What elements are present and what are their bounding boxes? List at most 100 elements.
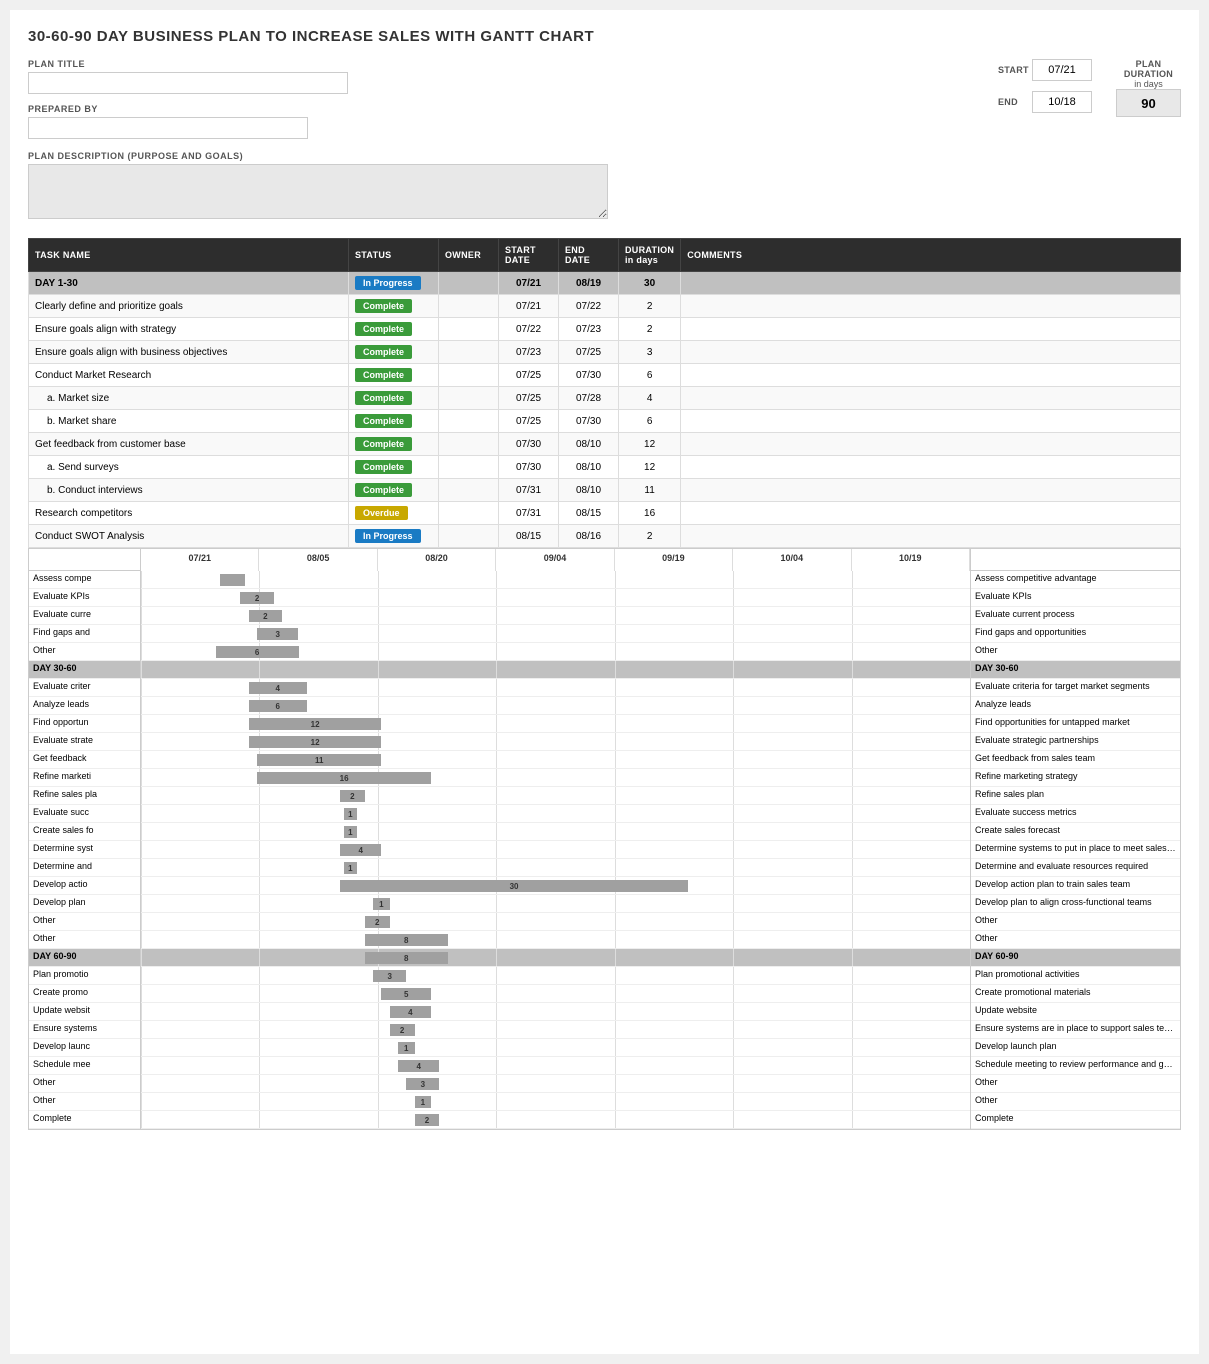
- page-title: 30-60-90 DAY BUSINESS PLAN TO INCREASE S…: [28, 28, 1181, 45]
- task-name-cell: DAY 1-30: [29, 272, 349, 295]
- start-date-cell: 07/25: [499, 364, 559, 387]
- gantt-right-cell: Schedule meeting to review performance a…: [971, 1057, 1180, 1075]
- start-date-cell: 07/30: [499, 456, 559, 479]
- gantt-chart-row: 4: [141, 1057, 970, 1075]
- gantt-left-cell: Develop plan: [29, 895, 140, 913]
- duration-cell: 2: [619, 295, 681, 318]
- gantt-chart-row: 3: [141, 1075, 970, 1093]
- gantt-left-header: [29, 549, 140, 571]
- gantt-bar: 1: [344, 862, 356, 874]
- end-row: END 10/18: [998, 91, 1092, 113]
- description-textarea[interactable]: [28, 164, 608, 219]
- gantt-right-cell: Other: [971, 1075, 1180, 1093]
- gantt-left-cell: Other: [29, 643, 140, 661]
- gantt-col-header: 10/19: [852, 549, 970, 571]
- gantt-bar: 4: [249, 682, 307, 694]
- start-input[interactable]: 07/21: [1032, 59, 1092, 81]
- gantt-bar: 12: [249, 736, 382, 748]
- gantt-bar: [220, 574, 245, 586]
- gantt-left-cell: Get feedback: [29, 751, 140, 769]
- gantt-chart-row: 1: [141, 823, 970, 841]
- status-cell: Complete: [349, 479, 439, 502]
- end-input[interactable]: 10/18: [1032, 91, 1092, 113]
- gantt-right-cell: Develop launch plan: [971, 1039, 1180, 1057]
- gantt-bar: 1: [344, 808, 356, 820]
- status-cell: Complete: [349, 433, 439, 456]
- header-right: START 07/21 END 10/18 PLANDURATION in da…: [998, 59, 1181, 139]
- gantt-bar: 1: [344, 826, 356, 838]
- status-cell: Complete: [349, 410, 439, 433]
- th-owner: OWNER: [439, 239, 499, 272]
- gantt-right-cell: Find opportunities for untapped market: [971, 715, 1180, 733]
- gantt-chart-row: 1: [141, 1039, 970, 1057]
- gantt-left-rows: Assess compeEvaluate KPIsEvaluate curreF…: [29, 571, 140, 1129]
- start-date-cell: 07/30: [499, 433, 559, 456]
- gantt-chart-row: 2: [141, 1021, 970, 1039]
- gantt-bar: 5: [381, 988, 431, 1000]
- gantt-right-cell: Analyze leads: [971, 697, 1180, 715]
- gantt-left-cell: Evaluate criter: [29, 679, 140, 697]
- comments-cell: [681, 318, 1181, 341]
- task-name-cell: Ensure goals align with strategy: [29, 318, 349, 341]
- table-row: DAY 1-30 In Progress 07/21 08/19 30: [29, 272, 1181, 295]
- gantt-left-cell: Determine syst: [29, 841, 140, 859]
- gantt-bar: 3: [406, 1078, 439, 1090]
- gantt-right-panel: Assess competitive advantageEvaluate KPI…: [970, 549, 1180, 1129]
- table-row: Ensure goals align with strategy Complet…: [29, 318, 1181, 341]
- comments-cell: [681, 295, 1181, 318]
- prepared-by-input[interactable]: [28, 117, 308, 139]
- task-name-cell: a. Send surveys: [29, 456, 349, 479]
- gantt-right-cell: Evaluate success metrics: [971, 805, 1180, 823]
- table-row: Research competitors Overdue 07/31 08/15…: [29, 502, 1181, 525]
- gantt-right-cell: Other: [971, 931, 1180, 949]
- gantt-chart-row: 1: [141, 895, 970, 913]
- th-comments: COMMENTS: [681, 239, 1181, 272]
- start-date-cell: 07/23: [499, 341, 559, 364]
- duration-cell: 2: [619, 318, 681, 341]
- gantt-right-cell: DAY 30-60: [971, 661, 1180, 679]
- gantt-chart-row: 11: [141, 751, 970, 769]
- owner-cell: [439, 479, 499, 502]
- gantt-chart-row: [141, 571, 970, 589]
- gantt-bar: 3: [373, 970, 406, 982]
- gantt-chart-row: [141, 661, 970, 679]
- table-row: b. Market share Complete 07/25 07/30 6: [29, 410, 1181, 433]
- gantt-left-cell: Find opportun: [29, 715, 140, 733]
- gantt-chart-row: 2: [141, 787, 970, 805]
- duration-group: PLANDURATION in days 90: [1116, 59, 1181, 117]
- task-name-cell: Clearly define and prioritize goals: [29, 295, 349, 318]
- th-duration: DURATIONin days: [619, 239, 681, 272]
- description-label: PLAN DESCRIPTION (PURPOSE AND GOALS): [28, 151, 1181, 161]
- gantt-right-cell: Complete: [971, 1111, 1180, 1129]
- owner-cell: [439, 456, 499, 479]
- duration-cell: 11: [619, 479, 681, 502]
- gantt-bar: 2: [415, 1114, 440, 1126]
- gantt-bar: 12: [249, 718, 382, 730]
- end-date-cell: 07/25: [559, 341, 619, 364]
- gantt-chart-row: 2: [141, 589, 970, 607]
- owner-cell: [439, 433, 499, 456]
- gantt-bar: 30: [340, 880, 688, 892]
- comments-cell: [681, 410, 1181, 433]
- page: 30-60-90 DAY BUSINESS PLAN TO INCREASE S…: [10, 10, 1199, 1354]
- task-name-cell: Conduct Market Research: [29, 364, 349, 387]
- gantt-left-cell: Find gaps and: [29, 625, 140, 643]
- gantt-chart-row: 12: [141, 715, 970, 733]
- gantt-col-header: 08/20: [378, 549, 496, 571]
- table-row: Ensure goals align with business objecti…: [29, 341, 1181, 364]
- plan-title-input[interactable]: [28, 72, 348, 94]
- gantt-chart-row: 3: [141, 967, 970, 985]
- gantt-right-cell: Refine sales plan: [971, 787, 1180, 805]
- end-date-cell: 07/28: [559, 387, 619, 410]
- gantt-col-header: 09/19: [615, 549, 733, 571]
- gantt-chart-row: 4: [141, 841, 970, 859]
- end-date-cell: 08/10: [559, 456, 619, 479]
- gantt-chart-row: 16: [141, 769, 970, 787]
- gantt-right-header: [971, 549, 1180, 571]
- duration-input[interactable]: 90: [1116, 89, 1181, 117]
- start-date-cell: 07/31: [499, 502, 559, 525]
- end-date-cell: 08/10: [559, 433, 619, 456]
- start-row: START 07/21: [998, 59, 1092, 81]
- gantt-right-cell: Evaluate criteria for target market segm…: [971, 679, 1180, 697]
- end-date-cell: 07/22: [559, 295, 619, 318]
